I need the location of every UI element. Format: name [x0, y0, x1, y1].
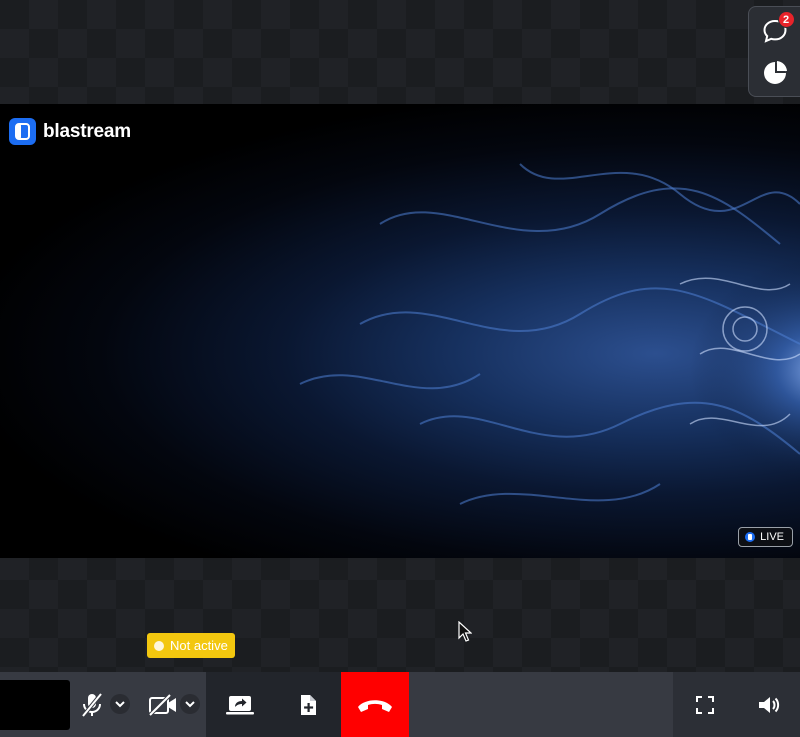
live-logo-icon — [745, 532, 756, 542]
mouse-cursor-icon — [458, 621, 472, 642]
camera-toggle-button[interactable] — [146, 672, 180, 737]
add-file-button[interactable] — [274, 672, 341, 737]
side-panel: 2 — [748, 6, 800, 97]
brand-logo: blastream — [9, 118, 131, 145]
status-indicator-icon — [154, 640, 164, 651]
chat-badge: 2 — [777, 11, 795, 29]
video-stage[interactable]: blastream LIVE — [0, 104, 800, 558]
chat-button[interactable]: 2 — [757, 11, 795, 49]
hang-up-icon — [358, 699, 392, 712]
chevron-down-icon — [115, 700, 125, 707]
share-screen-button[interactable] — [206, 672, 274, 737]
mic-toggle-button[interactable] — [78, 672, 106, 737]
camera-options-button[interactable] — [180, 694, 200, 714]
live-badge: LIVE — [738, 527, 793, 547]
status-label: Not active — [170, 638, 228, 653]
mic-options-button[interactable] — [110, 694, 130, 714]
view-controls — [673, 672, 800, 737]
abstract-background — [299, 163, 800, 514]
status-pill: Not active — [147, 633, 235, 658]
share-controls — [206, 672, 341, 737]
control-bar — [0, 672, 800, 737]
volume-icon — [758, 696, 779, 713]
mic-off-icon — [81, 692, 103, 717]
brand-name: blastream — [43, 120, 131, 142]
share-screen-icon — [226, 695, 254, 714]
fullscreen-button[interactable] — [673, 672, 737, 737]
live-label: LIVE — [760, 531, 784, 543]
pie-chart-icon — [763, 60, 787, 84]
volume-button[interactable] — [737, 672, 800, 737]
stats-button[interactable] — [757, 54, 793, 90]
blastream-logo-icon — [9, 118, 36, 145]
self-video-preview[interactable] — [0, 680, 70, 730]
end-call-button[interactable] — [341, 672, 409, 737]
camera-off-icon — [148, 693, 176, 716]
fullscreen-icon — [696, 695, 714, 714]
add-file-icon — [300, 694, 316, 715]
chevron-down-icon — [185, 700, 195, 707]
